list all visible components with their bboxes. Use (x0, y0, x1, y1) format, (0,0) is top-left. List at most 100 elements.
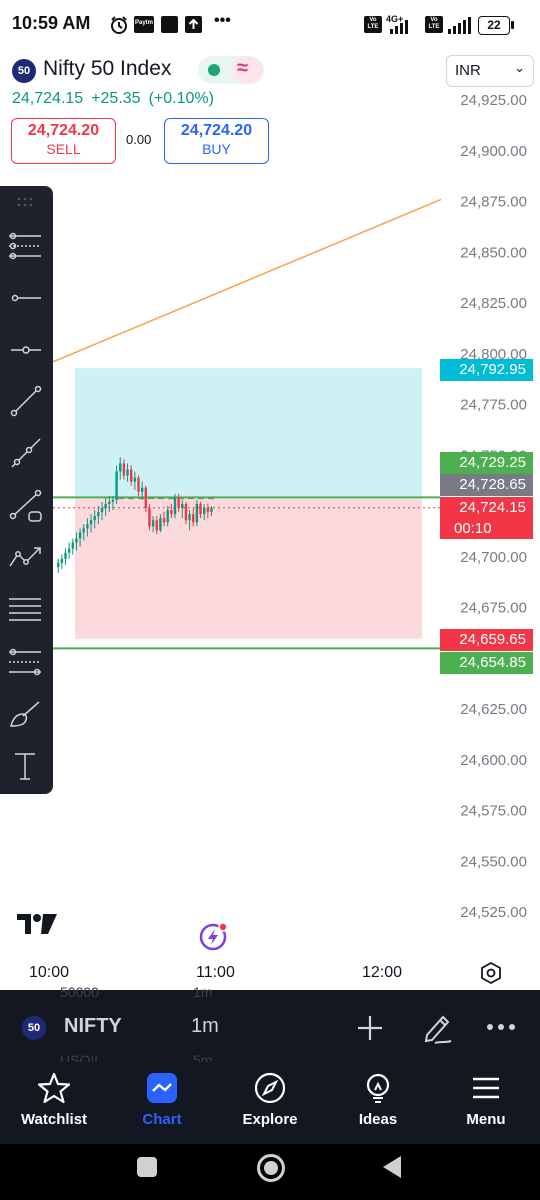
long-position-loss-zone[interactable] (75, 498, 422, 639)
trend-line-drawing[interactable] (52, 198, 442, 363)
currency-select[interactable]: INR ⌄ (446, 55, 534, 87)
ray-icon[interactable] (0, 428, 53, 480)
nav-explore[interactable]: Explore (216, 1062, 324, 1144)
candle-body (206, 508, 210, 513)
price-axis-label: 24,675.00 (460, 600, 527, 617)
candle-body (199, 503, 202, 515)
price-axis-label: 24,850.00 (460, 244, 527, 261)
candle-body (82, 528, 85, 533)
horizontal-ray-icon[interactable] (0, 272, 53, 324)
symbol-badge[interactable]: 50 (12, 59, 36, 83)
stop-price-tag: 24,659.65 (440, 629, 533, 651)
interval-button[interactable]: 1m (191, 1015, 219, 1038)
status-time: 10:59 AM (12, 13, 91, 33)
trend-line-icon[interactable] (0, 376, 53, 428)
brush-icon[interactable] (0, 688, 53, 740)
price-axis-label: 24,625.00 (460, 701, 527, 718)
candle-body (188, 514, 191, 521)
cross-line-icon[interactable] (0, 324, 53, 376)
candle-body (108, 501, 111, 504)
candle-body (86, 524, 89, 529)
candle-body (122, 463, 126, 476)
horizontal-lines-icon[interactable] (0, 220, 53, 272)
candle-body (67, 548, 71, 553)
candle-body (192, 514, 195, 523)
price-axis-label: 24,575.00 (460, 803, 527, 820)
candle-body (64, 552, 67, 559)
candle-body (140, 487, 144, 492)
alarm-icon (111, 16, 127, 34)
chart-icon (147, 1073, 177, 1103)
drawing-pen-icon[interactable] (421, 1011, 453, 1045)
candle-body (100, 508, 104, 513)
price-axis-label: 24,550.00 (460, 853, 527, 870)
nav-ideas[interactable]: Ideas (324, 1062, 432, 1144)
extended-line-icon[interactable] (0, 480, 53, 532)
tradingview-logo-icon[interactable] (17, 912, 59, 936)
candle-body (203, 508, 206, 515)
compass-icon (254, 1072, 286, 1104)
candle-body (170, 510, 173, 515)
symbol-title[interactable]: Nifty 50 Index (43, 57, 171, 81)
market-open-dot (208, 64, 220, 76)
parallel-channel-icon[interactable] (0, 584, 53, 636)
nav-menu[interactable]: Menu (432, 1062, 540, 1144)
price-axis-label: 24,825.00 (460, 295, 527, 312)
home-icon[interactable] (257, 1154, 285, 1182)
candle-body (97, 512, 100, 517)
symbol-search-button[interactable]: NIFTY (64, 1015, 122, 1038)
star-icon (38, 1072, 70, 1104)
nav-watchlist[interactable]: Watchlist (0, 1062, 108, 1144)
candle-body (166, 510, 169, 523)
price-axis-label: 24,900.00 (460, 143, 527, 160)
target-price-tag: 24,792.95 (440, 359, 533, 381)
entry-price-tag: 24,728.65 (440, 474, 533, 496)
price-axis-label: 24,700.00 (460, 549, 527, 566)
candle-body (119, 463, 122, 472)
status-bar: 10:59 AM Paytm ••• Vo LTE 4G+ Vo LTE 22 (0, 0, 540, 50)
signal1-icon (390, 20, 408, 34)
flash-notification-icon[interactable] (198, 920, 232, 954)
volte1-icon: Vo LTE (364, 16, 382, 33)
upload-icon (185, 16, 202, 33)
price-axis-label: 24,925.00 (460, 92, 527, 109)
gallery-icon (161, 16, 178, 33)
candle-body (93, 516, 96, 521)
candle-body (126, 469, 129, 476)
nav-chart[interactable]: Chart (108, 1062, 216, 1144)
market-status-pill[interactable]: ≈ (198, 56, 264, 84)
candle-body (155, 520, 158, 531)
price-axis-label: 24,525.00 (460, 904, 527, 921)
candle-body (75, 538, 78, 543)
candle-body (104, 503, 107, 509)
recents-icon[interactable] (137, 1157, 157, 1177)
add-icon[interactable] (356, 1014, 384, 1042)
time-axis-label: 11:00 (196, 964, 235, 981)
candle-body (133, 477, 137, 482)
more-options-icon[interactable] (486, 1022, 516, 1032)
candle-body (115, 471, 118, 500)
line-price-tag: 24,729.25 (440, 452, 533, 474)
approx-icon: ≈ (237, 57, 248, 79)
time-axis-label: 10:00 (29, 964, 70, 981)
back-icon[interactable] (381, 1154, 403, 1180)
candle-body (148, 508, 151, 527)
currency-value: INR (455, 62, 481, 79)
paytm-icon: Paytm (134, 16, 154, 33)
chart-settings-icon[interactable] (480, 962, 502, 984)
candle-body (71, 542, 74, 549)
drawing-toolbar (0, 186, 53, 794)
price-axis-label: 24,600.00 (460, 752, 527, 769)
candle-body (144, 487, 147, 509)
signal2-icon (448, 17, 471, 34)
last-price-tag: 24,724.15 00:10 (440, 497, 533, 539)
path-icon[interactable] (0, 532, 53, 584)
drag-handle-icon[interactable] (0, 186, 53, 220)
candle-body (60, 558, 64, 563)
chevron-down-icon: ⌄ (514, 60, 525, 75)
candle-body (162, 518, 166, 523)
text-icon[interactable] (0, 740, 53, 792)
fib-retracement-icon[interactable] (0, 636, 53, 688)
bar-countdown: 00:10 (454, 520, 492, 537)
symbol-bar-badge[interactable]: 50 (22, 1016, 46, 1040)
